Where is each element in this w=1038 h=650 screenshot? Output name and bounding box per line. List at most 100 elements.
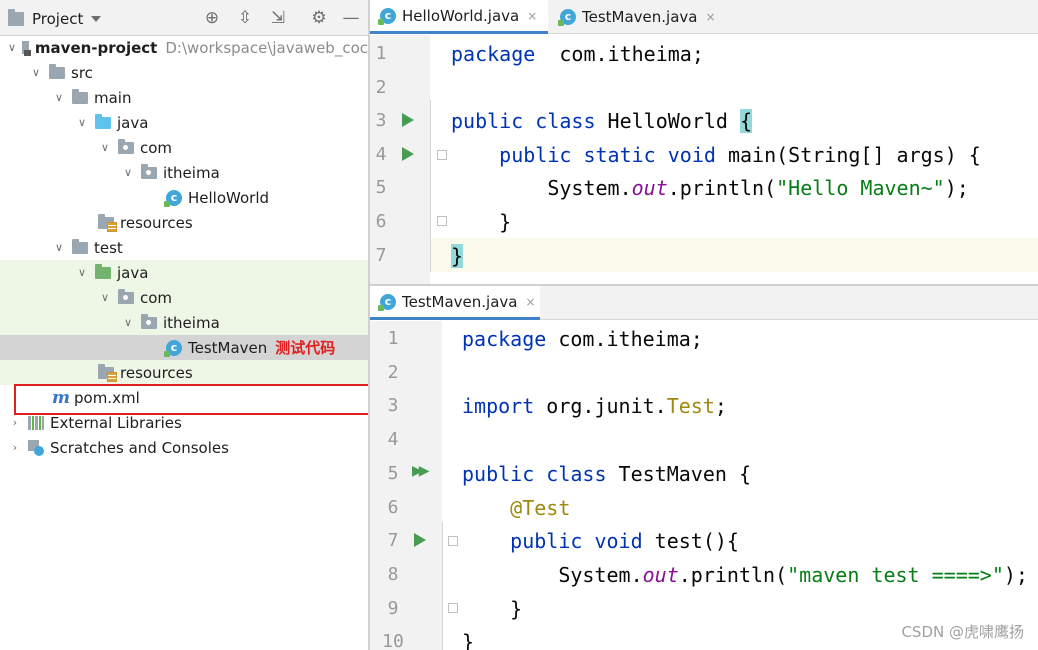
tree-item-test-java[interactable]: ∨ java [0, 260, 368, 285]
java-class-icon: c [558, 9, 576, 26]
code-token: } [462, 630, 475, 650]
line-number: 6 [375, 211, 387, 232]
chevron-down-icon[interactable]: ∨ [75, 110, 89, 135]
code-token: HelloWorld [595, 109, 740, 134]
tree-item-testmaven[interactable]: c TestMaven 测试代码 [0, 335, 368, 360]
tab-testmaven-java[interactable]: c TestMaven.java × [370, 286, 540, 320]
code-line[interactable]: } [462, 625, 474, 650]
chevron-down-icon[interactable]: ∨ [75, 260, 89, 285]
tab-testmaven-java[interactable]: c TestMaven.java × [550, 0, 722, 34]
code-token: org.junit. [534, 394, 667, 419]
tree-item-test[interactable]: ∨ test [0, 235, 368, 260]
code-line[interactable]: } [451, 239, 464, 273]
chevron-down-icon[interactable]: ∨ [52, 235, 66, 260]
tree-item-main[interactable]: ∨ main [0, 85, 368, 110]
hide-panel-icon[interactable]: — [341, 8, 361, 28]
tree-item-external-libraries[interactable]: › External Libraries [0, 410, 368, 435]
project-view-selector[interactable]: Project [8, 9, 102, 29]
code-line[interactable]: package com.itheima; [462, 322, 703, 356]
folder-icon [72, 238, 88, 254]
code-line[interactable]: } [451, 205, 511, 239]
tree-item-scratches[interactable]: › Scratches and Consoles [0, 435, 368, 460]
code-line[interactable]: import org.junit.Test; [462, 389, 727, 423]
tree-item-test-com[interactable]: ∨ com [0, 285, 368, 310]
chevron-down-icon[interactable]: ∨ [121, 160, 135, 185]
line-number: 3 [387, 395, 399, 417]
tree-item-main-resources[interactable]: resources [0, 210, 368, 235]
code-line[interactable]: public class HelloWorld { [451, 104, 753, 138]
code-token: import [462, 394, 535, 419]
code-token: "maven test ====>" [787, 562, 1004, 587]
tree-item-test-resources[interactable]: resources [0, 360, 368, 385]
libraries-icon [28, 415, 44, 430]
code-token: package [462, 327, 547, 351]
chevron-down-icon[interactable]: ∨ [29, 60, 43, 85]
project-panel-title: Project [32, 10, 84, 28]
expand-all-icon[interactable]: ⇳ [235, 8, 255, 28]
code-token: Test [666, 394, 715, 419]
tree-item-src[interactable]: ∨ src [0, 60, 368, 85]
fold-icon[interactable] [448, 536, 458, 546]
code-token: public void [510, 529, 643, 554]
run-main-icon[interactable] [402, 147, 414, 161]
tree-item-label: HelloWorld [188, 188, 270, 207]
code-line[interactable]: package com.itheima; [451, 37, 704, 71]
chevron-right-icon[interactable]: › [8, 435, 22, 460]
code-token: } [451, 210, 512, 234]
code-line[interactable]: System.out.println("maven test ====>"); [462, 558, 1028, 592]
project-path-hint: D:\workspace\javaweb_coc [165, 38, 368, 57]
folder-icon [49, 63, 65, 79]
code-token: { [740, 109, 753, 134]
code-line[interactable]: System.out.println("Hello Maven~"); [451, 171, 968, 205]
tree-item-label: java [117, 113, 149, 132]
code-token: public class [462, 461, 607, 486]
run-class-icon[interactable] [402, 113, 414, 127]
line-number: 7 [375, 244, 387, 266]
code-token: package [451, 42, 536, 66]
watermark: CSDN @虎啸鹰扬 [901, 623, 1024, 641]
run-test-icon[interactable] [414, 533, 426, 547]
code-line[interactable]: public static void main(String[] args) { [451, 138, 981, 172]
line-number: 2 [387, 361, 399, 383]
tree-item-maven-project[interactable]: ∨ maven-project D:\workspace\javaweb_coc [0, 35, 368, 60]
chevron-down-icon[interactable]: ∨ [8, 35, 16, 60]
project-icon [8, 9, 24, 26]
line-number: 3 [375, 110, 387, 132]
close-icon[interactable]: × [525, 295, 535, 309]
fold-icon[interactable] [437, 216, 447, 226]
close-icon[interactable]: × [705, 10, 715, 24]
locate-icon[interactable]: ⊕ [202, 8, 222, 28]
chevron-down-icon[interactable]: ∨ [98, 135, 112, 160]
chevron-right-icon[interactable]: › [8, 410, 22, 435]
tree-item-main-java[interactable]: ∨ java [0, 110, 368, 135]
tree-item-helloworld[interactable]: c HelloWorld [0, 185, 368, 210]
code-line[interactable]: } [462, 592, 522, 626]
tab-helloworld-java[interactable]: c HelloWorld.java × [370, 0, 548, 34]
close-icon[interactable]: × [527, 9, 537, 23]
project-panel-header: Project ⊕ ⇳ ⇲ ⚙ — [0, 0, 368, 36]
line-number: 1 [375, 43, 387, 64]
code-token: System. [462, 562, 643, 587]
code-token: } [462, 596, 523, 621]
chevron-down-icon[interactable]: ∨ [98, 285, 112, 310]
chevron-down-icon[interactable]: ∨ [52, 85, 66, 110]
collapse-all-icon[interactable]: ⇲ [268, 8, 288, 28]
code-line[interactable]: public class TestMaven { [462, 457, 751, 491]
tree-item-label: test [94, 238, 123, 257]
code-line[interactable]: public void test(){ [462, 524, 739, 558]
tree-item-main-itheima[interactable]: ∨ itheima [0, 160, 368, 185]
code-line[interactable]: @Test [462, 491, 570, 525]
gear-icon[interactable]: ⚙ [309, 8, 329, 28]
run-all-tests-icon[interactable]: ▶▶ [412, 463, 429, 479]
tree-item-main-com[interactable]: ∨ com [0, 135, 368, 160]
top-editor-tabbar: c HelloWorld.java × c TestMaven.java × [370, 0, 1038, 34]
fold-icon[interactable] [437, 150, 447, 160]
line-number: 7 [387, 530, 399, 552]
fold-icon[interactable] [448, 603, 458, 613]
tree-item-test-itheima[interactable]: ∨ itheima [0, 310, 368, 335]
chevron-down-icon[interactable]: ∨ [121, 310, 135, 335]
current-line-highlight [430, 238, 1038, 272]
tree-item-label: java [117, 263, 149, 282]
